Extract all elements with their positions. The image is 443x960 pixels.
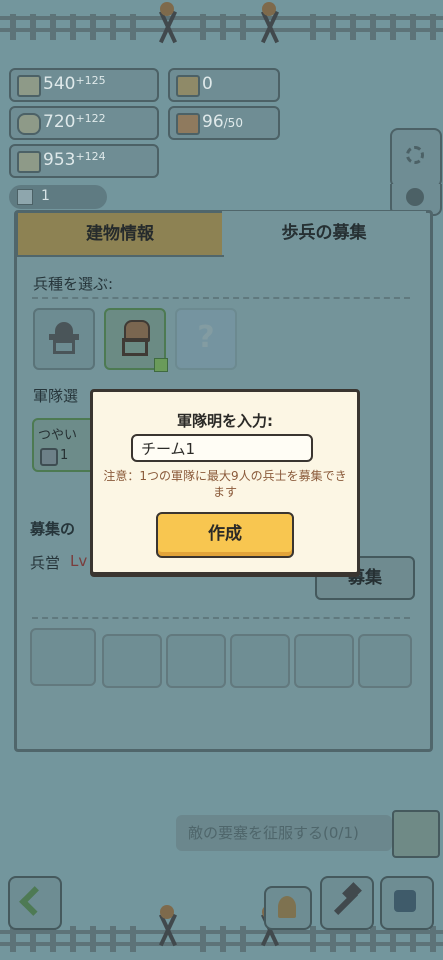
soldier-icon xyxy=(40,448,58,466)
soldier-slot xyxy=(294,634,354,688)
tab-infantry-recruit[interactable]: 歩兵の募集 xyxy=(222,211,426,255)
totem-icon xyxy=(152,2,182,44)
army-card-count: 1 xyxy=(60,448,69,463)
knight-icon xyxy=(49,322,79,356)
tab-building-info[interactable]: 建物情報 xyxy=(16,211,224,257)
choose-unit-type-label: 兵種を選ぶ: xyxy=(33,275,114,293)
stone-icon xyxy=(17,151,41,173)
recruit-section-label: 募集の xyxy=(30,520,76,538)
archer-icon xyxy=(118,320,152,358)
scroll-icon[interactable] xyxy=(392,810,440,858)
food-value: 540 xyxy=(43,74,76,94)
unit-option-locked[interactable]: ? xyxy=(175,308,237,370)
hammer-button[interactable] xyxy=(320,876,374,930)
population-value: 96 xyxy=(202,112,224,132)
resource-gold: 0 xyxy=(168,68,280,102)
soldier-slot xyxy=(30,628,96,686)
inventory-button[interactable] xyxy=(380,876,434,930)
barracks-level: Lv xyxy=(70,552,88,570)
stone-rate: +124 xyxy=(75,150,106,163)
create-button[interactable]: 作成 xyxy=(156,512,294,558)
gold-value: 0 xyxy=(202,74,213,94)
population-cap: /50 xyxy=(223,116,243,130)
resource-food: 540+125 xyxy=(9,68,159,102)
quest-text: 敵の要塞を征服する(0/1) xyxy=(188,824,359,842)
resource-gems: 1 xyxy=(9,185,107,209)
gems-value: 1 xyxy=(41,188,50,204)
barracks-label: 兵営 xyxy=(30,554,61,572)
soldier-slot xyxy=(230,634,290,688)
chevron-left-icon xyxy=(19,886,49,916)
log-icon xyxy=(17,113,41,135)
selected-check-icon xyxy=(154,358,168,372)
user-icon xyxy=(406,188,424,206)
settings-button[interactable] xyxy=(390,128,442,188)
dialog-title: 軍隊明を入力: xyxy=(177,412,273,430)
back-button[interactable] xyxy=(8,876,62,930)
army-card[interactable]: つやい 1 xyxy=(32,418,98,472)
gear-icon xyxy=(406,146,424,164)
wheat-icon xyxy=(17,75,41,97)
dialog-note: 注意：1つの軍隊に最大9人の兵士を募集できます xyxy=(103,469,347,499)
army-select-label: 軍隊選 xyxy=(33,387,79,405)
divider xyxy=(32,297,410,299)
resource-population: 96/50 xyxy=(168,106,280,140)
resource-wood: 720+122 xyxy=(9,106,159,140)
totem-icon xyxy=(152,905,182,947)
resource-stone: 953+124 xyxy=(9,144,159,178)
coin-icon xyxy=(176,75,200,97)
soldier-slot xyxy=(358,634,412,688)
build-menu-button[interactable] xyxy=(264,886,312,930)
wood-value: 720 xyxy=(43,112,76,132)
soldier-slot xyxy=(102,634,162,688)
gem-icon xyxy=(17,189,33,205)
bottom-fence xyxy=(0,922,443,956)
stone-value: 953 xyxy=(43,150,76,170)
question-icon: ? xyxy=(197,320,215,355)
box-icon xyxy=(394,890,416,912)
create-army-dialog: 軍隊明を入力: 注意：1つの軍隊に最大9人の兵士を募集できます 作成 xyxy=(90,389,360,575)
population-icon xyxy=(176,113,200,135)
quest-bar[interactable]: 敵の要塞を征服する(0/1) xyxy=(176,815,392,851)
unit-option-archer[interactable] xyxy=(104,308,168,372)
totem-icon xyxy=(254,2,284,44)
army-name-input[interactable] xyxy=(131,434,313,462)
wood-rate: +122 xyxy=(75,112,106,125)
top-fence xyxy=(0,10,443,44)
unit-option-knight[interactable] xyxy=(33,308,95,370)
house-icon xyxy=(278,896,296,918)
army-card-name: つやい xyxy=(38,428,78,443)
divider xyxy=(32,617,410,619)
soldier-slot xyxy=(166,634,226,688)
food-rate: +125 xyxy=(75,74,106,87)
